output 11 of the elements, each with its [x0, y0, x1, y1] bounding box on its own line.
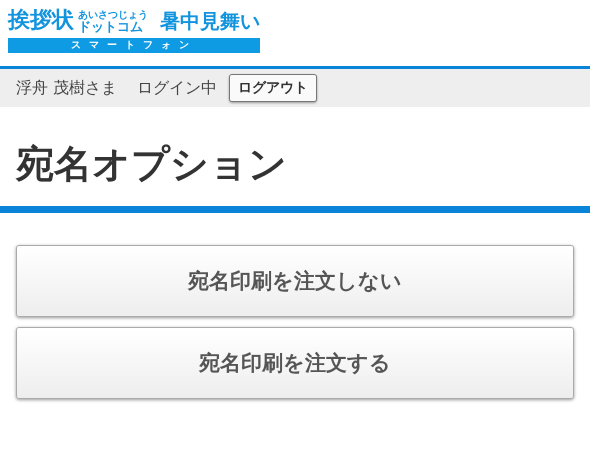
logo-banner: スマートフォン	[8, 38, 260, 53]
login-status: ログイン中	[137, 78, 218, 98]
option-button[interactable]: 宛名印刷を注文する	[16, 327, 574, 399]
option-button[interactable]: 宛名印刷を注文しない	[16, 245, 574, 317]
page-title: 宛名オプション	[0, 107, 590, 213]
logo-subtext: ドットコム	[78, 21, 144, 34]
user-name: 浮舟 茂樹さま	[16, 78, 118, 98]
logout-button[interactable]: ログアウト	[229, 74, 318, 102]
logo-ruby: あいさつじょう	[78, 11, 148, 21]
logo-text: 挨拶状	[8, 8, 74, 34]
product-name: 暑中見舞い	[160, 8, 260, 34]
